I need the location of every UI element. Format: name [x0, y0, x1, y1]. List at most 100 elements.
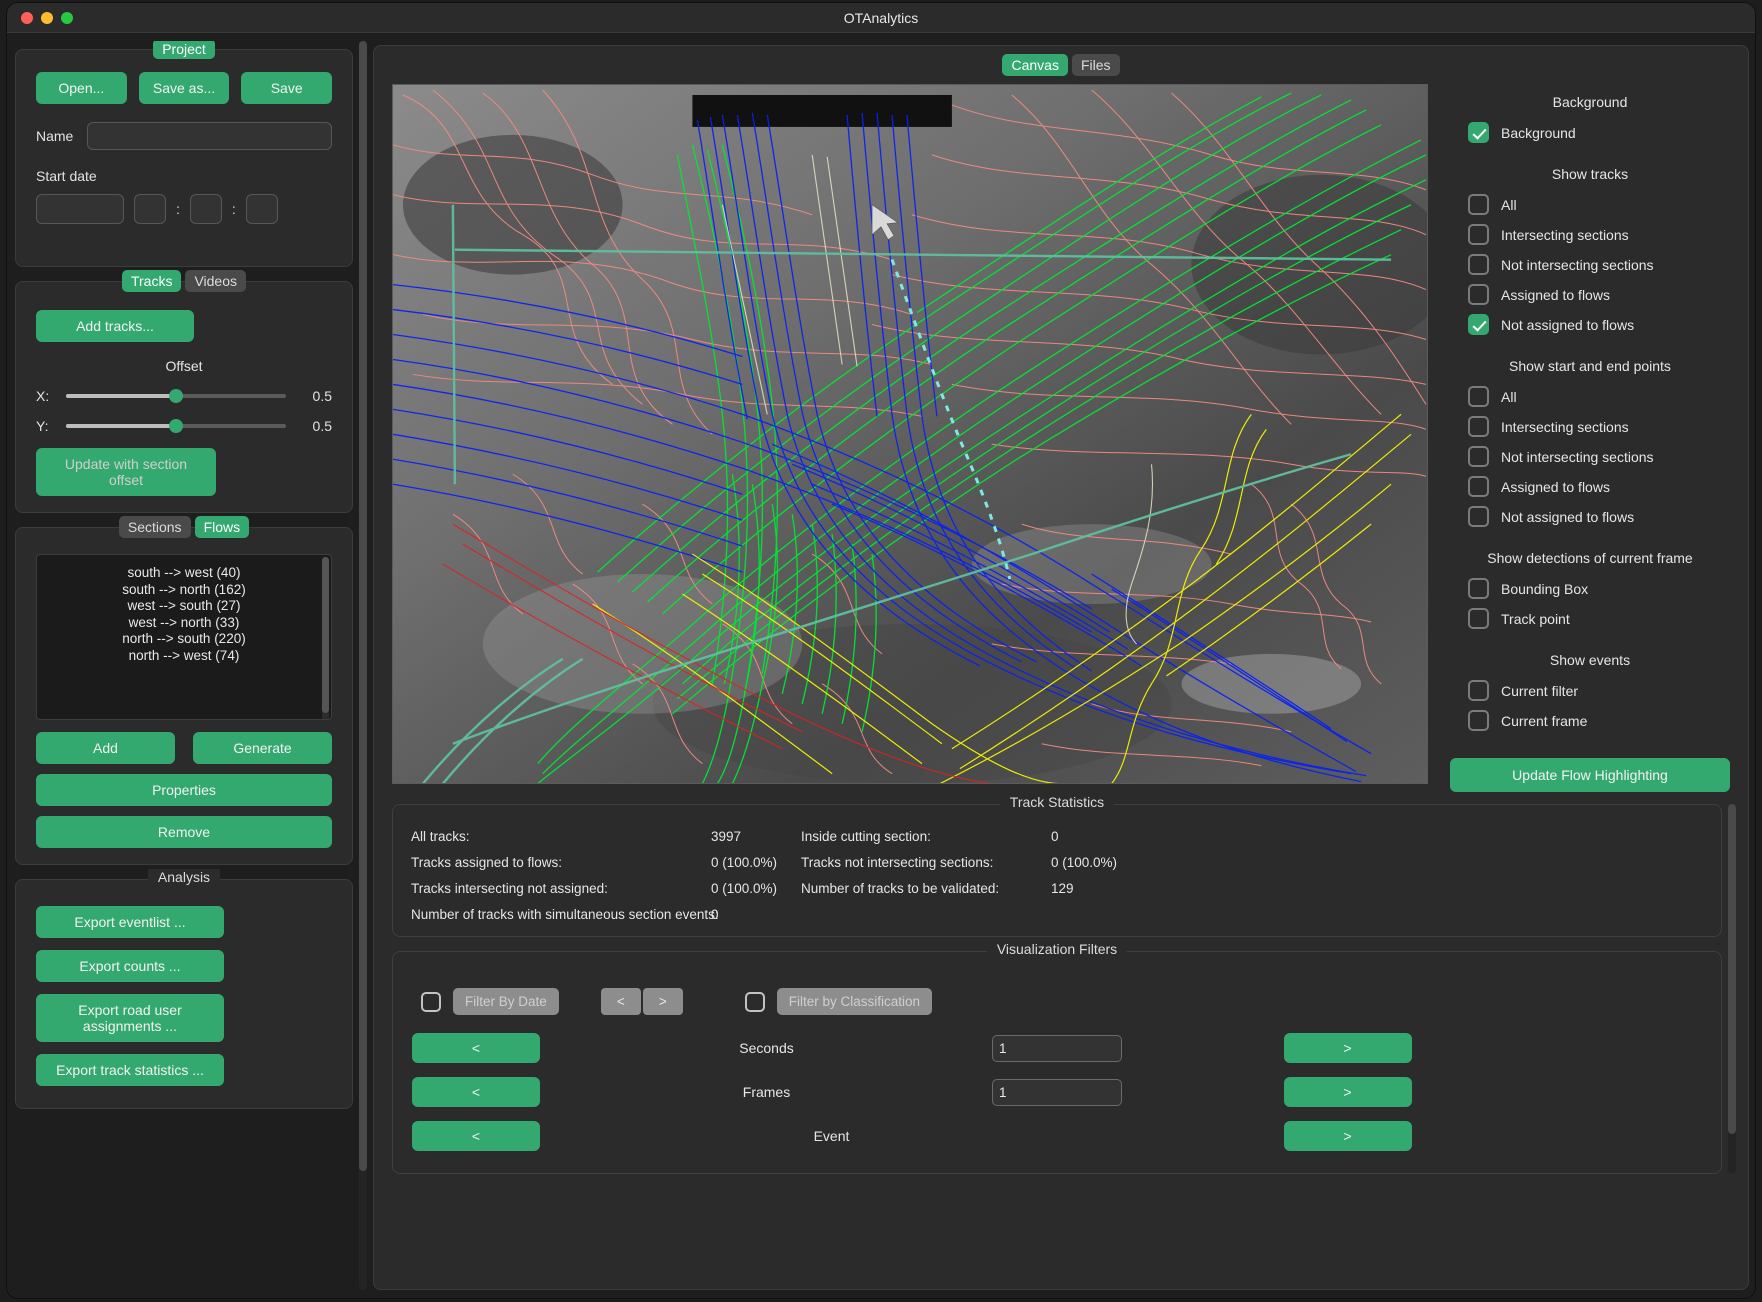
current-frame-checkbox-icon[interactable]: [1468, 710, 1489, 731]
track-statistics-panel: Track Statistics All tracks: 3997 Inside…: [392, 804, 1722, 937]
tracks-all-checkbox-icon[interactable]: [1468, 194, 1489, 215]
flows-scrollbar[interactable]: [322, 557, 329, 720]
list-item[interactable]: south --> west (40): [37, 565, 331, 582]
start-hour-input[interactable]: [134, 194, 166, 224]
tab-canvas[interactable]: Canvas: [1002, 54, 1067, 76]
project-name-input[interactable]: [87, 122, 332, 150]
video-canvas[interactable]: [392, 84, 1428, 784]
open-project-button[interactable]: Open...: [36, 72, 127, 104]
filter-by-date-button[interactable]: Filter By Date: [453, 988, 559, 1015]
list-item[interactable]: west --> south (27): [37, 598, 331, 615]
stat-value-assigned-flows: 0 (100.0%): [711, 855, 801, 870]
background-checkbox-icon[interactable]: [1468, 122, 1489, 143]
tab-files[interactable]: Files: [1072, 54, 1120, 76]
filter-by-classification-button[interactable]: Filter by Classification: [777, 988, 932, 1015]
start-minute-input[interactable]: [190, 194, 222, 224]
offset-y-slider[interactable]: [66, 418, 286, 434]
update-flow-highlighting-button[interactable]: Update Flow Highlighting: [1450, 758, 1730, 792]
flow-properties-button[interactable]: Properties: [36, 774, 332, 806]
checkbox-points-all[interactable]: All: [1450, 386, 1730, 407]
tab-flows[interactable]: Flows: [195, 516, 250, 538]
bounding-box-checkbox-icon[interactable]: [1468, 578, 1489, 599]
tab-videos[interactable]: Videos: [185, 270, 246, 292]
list-item[interactable]: south --> north (162): [37, 582, 331, 599]
frames-next-button[interactable]: >: [1284, 1077, 1412, 1107]
checkbox-current-filter[interactable]: Current filter: [1450, 680, 1730, 701]
add-flow-button[interactable]: Add: [36, 732, 175, 764]
offset-x-knob[interactable]: [169, 389, 183, 403]
stat-value-intersecting-not-assigned: 0 (100.0%): [711, 881, 801, 896]
checkbox-tracks-not-intersecting[interactable]: Not intersecting sections: [1450, 254, 1730, 275]
tracks-intersecting-label: Intersecting sections: [1501, 227, 1629, 243]
add-tracks-button[interactable]: Add tracks...: [36, 310, 194, 342]
filter-by-date-checkbox-icon[interactable]: [421, 992, 441, 1012]
update-section-offset-button[interactable]: Update with section offset: [36, 448, 216, 496]
checkbox-tracks-assigned[interactable]: Assigned to flows: [1450, 284, 1730, 305]
list-item[interactable]: north --> south (220): [37, 631, 331, 648]
bottom-scrollbar-thumb[interactable]: [1728, 804, 1736, 1134]
export-road-user-assignments-button[interactable]: Export road user assignments ...: [36, 994, 224, 1042]
event-prev-button[interactable]: <: [412, 1121, 540, 1151]
sidebar-scrollbar-thumb[interactable]: [359, 41, 367, 1171]
checkbox-points-not-intersecting[interactable]: Not intersecting sections: [1450, 446, 1730, 467]
stat-value-not-intersecting: 0 (100.0%): [1051, 855, 1703, 870]
stat-label-intersecting-not-assigned: Tracks intersecting not assigned:: [411, 881, 711, 896]
points-not-intersecting-checkbox-icon[interactable]: [1468, 446, 1489, 467]
list-item[interactable]: north --> west (74): [37, 648, 331, 665]
checkbox-bounding-box[interactable]: Bounding Box: [1450, 578, 1730, 599]
current-frame-label: Current frame: [1501, 713, 1587, 729]
export-track-statistics-button[interactable]: Export track statistics ...: [36, 1054, 224, 1086]
start-second-input[interactable]: [246, 194, 278, 224]
tab-sections[interactable]: Sections: [119, 516, 191, 538]
checkbox-points-assigned[interactable]: Assigned to flows: [1450, 476, 1730, 497]
offset-y-value: 0.5: [298, 418, 332, 434]
checkbox-track-point[interactable]: Track point: [1450, 608, 1730, 629]
tracks-assigned-checkbox-icon[interactable]: [1468, 284, 1489, 305]
checkbox-background[interactable]: Background: [1450, 122, 1730, 143]
show-tracks-group-title: Show tracks: [1450, 166, 1730, 182]
tab-tracks[interactable]: Tracks: [122, 270, 181, 292]
offset-x-slider[interactable]: [66, 388, 286, 404]
start-date-input[interactable]: [36, 194, 124, 224]
checkbox-points-intersecting[interactable]: Intersecting sections: [1450, 416, 1730, 437]
checkbox-tracks-not-assigned[interactable]: Not assigned to flows: [1450, 314, 1730, 335]
generate-flows-button[interactable]: Generate: [193, 732, 332, 764]
save-project-as-button[interactable]: Save as...: [139, 72, 230, 104]
track-point-checkbox-icon[interactable]: [1468, 608, 1489, 629]
flows-listbox[interactable]: south --> west (40) south --> north (162…: [36, 554, 332, 720]
offset-y-knob[interactable]: [169, 419, 183, 433]
list-item[interactable]: west --> north (33): [37, 615, 331, 632]
frames-input[interactable]: [992, 1079, 1122, 1106]
checkbox-points-not-assigned[interactable]: Not assigned to flows: [1450, 506, 1730, 527]
seconds-input[interactable]: [992, 1035, 1122, 1062]
event-next-button[interactable]: >: [1284, 1121, 1412, 1151]
filter-by-classification-checkbox-icon[interactable]: [745, 992, 765, 1012]
export-eventlist-button[interactable]: Export eventlist ...: [36, 906, 224, 938]
filter-date-prev-button[interactable]: <: [601, 988, 641, 1015]
export-counts-button[interactable]: Export counts ...: [36, 950, 224, 982]
flows-scrollbar-thumb[interactable]: [322, 557, 329, 713]
save-project-button[interactable]: Save: [241, 72, 332, 104]
sidebar-scrollbar[interactable]: [359, 41, 367, 1290]
tracks-not-assigned-checkbox-icon[interactable]: [1468, 314, 1489, 335]
current-filter-label: Current filter: [1501, 683, 1578, 699]
seconds-prev-button[interactable]: <: [412, 1033, 540, 1063]
tracks-not-intersecting-checkbox-icon[interactable]: [1468, 254, 1489, 275]
checkbox-current-frame[interactable]: Current frame: [1450, 710, 1730, 731]
frames-prev-button[interactable]: <: [412, 1077, 540, 1107]
current-filter-checkbox-icon[interactable]: [1468, 680, 1489, 701]
sections-flows-tabs: Sections Flows: [16, 516, 352, 538]
bottom-scrollbar[interactable]: [1728, 804, 1736, 1174]
points-assigned-checkbox-icon[interactable]: [1468, 476, 1489, 497]
canvas-files-tabs: Canvas Files: [382, 54, 1740, 76]
canvas-and-controls: Background Background Show tracks All In…: [382, 84, 1740, 792]
points-intersecting-checkbox-icon[interactable]: [1468, 416, 1489, 437]
tracks-intersecting-checkbox-icon[interactable]: [1468, 224, 1489, 245]
remove-flow-button[interactable]: Remove: [36, 816, 332, 848]
checkbox-tracks-intersecting[interactable]: Intersecting sections: [1450, 224, 1730, 245]
points-not-assigned-checkbox-icon[interactable]: [1468, 506, 1489, 527]
filter-date-next-button[interactable]: >: [643, 988, 683, 1015]
checkbox-tracks-all[interactable]: All: [1450, 194, 1730, 215]
points-all-checkbox-icon[interactable]: [1468, 386, 1489, 407]
seconds-next-button[interactable]: >: [1284, 1033, 1412, 1063]
